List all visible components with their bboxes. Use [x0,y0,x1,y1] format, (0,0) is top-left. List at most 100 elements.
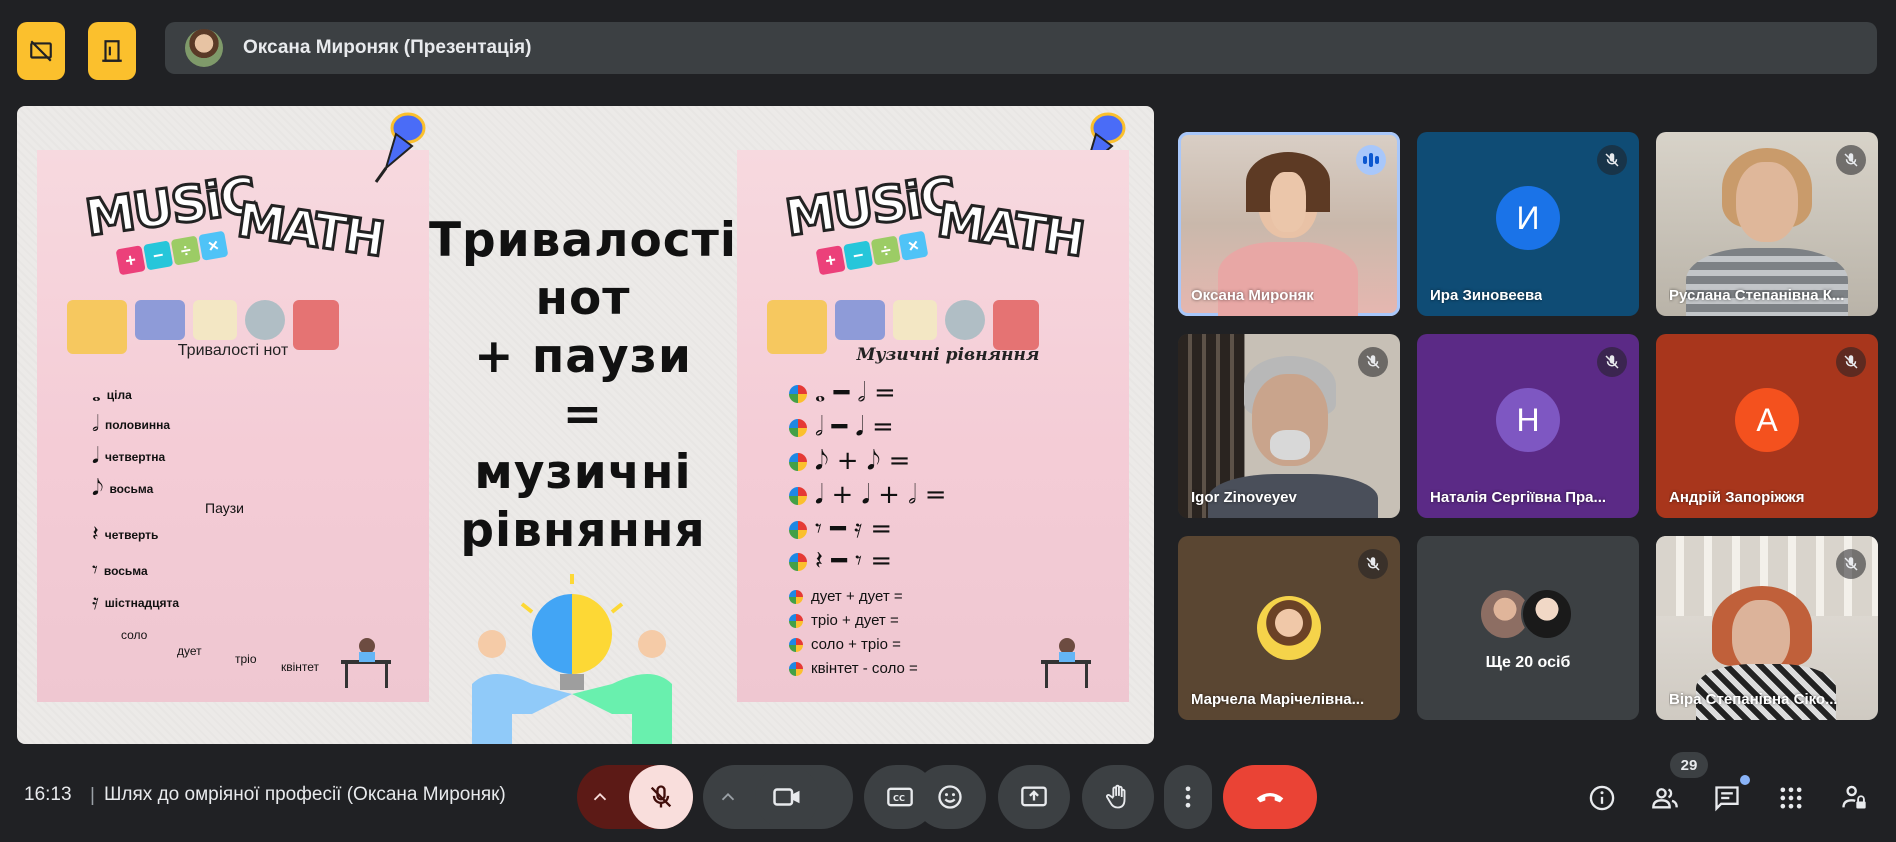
presenter-bar[interactable]: Оксана Мироняк (Презентація) [165,22,1877,74]
participant-name: Оксана Мироняк [1191,287,1314,304]
participant-name: Ира Зиновеева [1430,287,1543,304]
lightbulb-handshake-illustration [472,574,672,744]
camera-button[interactable] [755,765,819,829]
camera-control[interactable] [703,765,853,829]
apps-icon [1780,787,1802,809]
participant-face-front [1270,172,1306,232]
participant-tile[interactable]: Igor Zinoveyev [1178,334,1400,518]
note-whole: 𝅝 ціла [92,382,132,407]
people-icon [1652,788,1678,809]
mic-off-icon [1836,347,1866,377]
equation-row: 𝅗𝅥 ━ 𝅘𝅥 = [789,412,894,443]
participant-name: Андрій Запоріжжя [1669,489,1805,506]
participant-tile[interactable]: Н Наталія Сергіївна Пра... [1417,334,1639,518]
svg-text:CC: CC [893,793,905,803]
chat-button[interactable] [1707,778,1747,818]
word-equation-row: соло + тріо = [789,636,901,653]
participant-tile[interactable]: Віра Степанівна Сіко... [1656,536,1878,720]
note-eighth: 𝅘𝅥𝅮 восьма [92,476,154,501]
equation-row: 𝅘𝅥 + 𝅘𝅥 + 𝅗𝅥 = [789,480,946,511]
host-controls-button[interactable] [1834,778,1874,818]
participant-face [1732,600,1790,672]
emoji-button[interactable] [914,765,986,829]
school-supplies-illustration [67,300,387,380]
info-icon [1589,785,1615,811]
lock-person-icon [1842,785,1866,809]
meeting-details-button[interactable] [1582,778,1622,818]
student-desk-illustration [341,638,391,688]
more-options-button[interactable] [1164,765,1212,829]
pushpin-left-icon [374,112,426,183]
present-icon [1021,786,1047,807]
note-half: 𝅗𝅥 половинна [92,412,170,437]
mic-off-icon [1597,347,1627,377]
mic-off-icon [1836,145,1866,175]
participant-name: Марчела Марічелівна... [1191,691,1365,708]
ensemble-duet: дует [177,644,202,658]
participant-shirt [1218,242,1358,316]
hide-presentation-button[interactable] [17,22,65,80]
time-separator: | [90,785,95,806]
camera-icon [773,788,800,806]
ensemble-trio: тріо [235,652,257,666]
presenter-name: Оксана Мироняк (Презентація) [243,37,532,58]
ensemble-quintet: квінтет [281,660,320,674]
activities-button[interactable] [1771,778,1811,818]
participant-avatar [1521,588,1573,640]
participant-tile[interactable]: Руслана Степанівна К... [1656,132,1878,316]
note-quarter: 𝅘𝅥 четвертна [92,444,166,469]
more-participants-tile[interactable]: Ще 20 осіб [1417,536,1639,720]
mic-off-button[interactable] [629,765,693,829]
captions-icon: CC [887,787,913,807]
poster-title: Тривалості нот [177,342,289,359]
raise-hand-icon [1106,784,1126,809]
equation-row: 𝄽 ━ 𝄾 = [789,546,892,577]
leave-call-button[interactable] [1223,765,1317,829]
participant-avatar: А [1735,388,1799,452]
meeting-title: Шлях до омріяної професії (Оксана Мироня… [104,784,506,805]
mic-off-icon [1358,549,1388,579]
equation-row: 𝅝 ━ 𝅗𝅥 = [789,378,896,409]
poster-music-word: MUSiC [80,165,260,249]
participant-avatar: Н [1496,388,1560,452]
word-equation-row: квінтет - соло = [789,660,918,677]
chevron-up-icon[interactable] [717,786,739,808]
emoji-icon [938,785,962,809]
participant-name: Наталія Сергіївна Пра... [1430,489,1607,506]
poster-music-word: MUSiC [780,165,960,249]
participant-tile[interactable]: А Андрій Запоріжжя [1656,334,1878,518]
presenter-avatar [185,29,223,67]
current-time: 16:13 [24,784,72,805]
mic-control[interactable] [577,765,693,829]
word-equation-row: тріо + дует = [789,612,899,629]
participant-tile[interactable]: Марчела Марічелівна... [1178,536,1400,720]
right-poster: MUSiC MATH + − ÷ × Музичні рівняння 𝅝 ━ 𝅗𝅥 … [737,150,1129,702]
slide-center-title: Тривалості нот + паузи = музичні рівнянн… [429,213,738,558]
participant-name: Руслана Степанівна К... [1669,287,1845,304]
participant-shirt [1686,248,1848,316]
people-button[interactable] [1645,778,1685,818]
present-button[interactable] [998,765,1070,829]
equation-row: 𝄾 ━ 𝄿 = [789,514,892,545]
presentation-slide: MUSiC MATH + − ÷ × Тривалості нот 𝅝 ціла 𝅗𝅥 п… [17,106,1154,744]
participant-name: Віра Степанівна Сіко... [1669,691,1838,708]
people-count-badge: 29 [1670,752,1708,778]
speaking-indicator-icon [1356,145,1386,175]
equation-row: 𝅘𝅥𝅮 + 𝅘𝅥𝅮 = [789,446,910,477]
participant-tile[interactable]: Оксана Мироняк [1178,132,1400,316]
ensemble-solo: соло [121,628,148,642]
more-vert-icon [1185,786,1191,808]
participant-face [1736,162,1798,242]
raise-hand-button[interactable] [1082,765,1154,829]
school-supplies-illustration [767,300,1087,380]
chevron-up-icon[interactable] [589,786,611,808]
rest-quarter: 𝄽 четверть [92,522,159,547]
participant-tile[interactable]: И Ира Зиновеева [1417,132,1639,316]
more-participants-label: Ще 20 осіб [1485,654,1571,671]
left-poster: MUSiC MATH + − ÷ × Тривалості нот 𝅝 ціла 𝅗𝅥 п… [37,150,429,702]
layout-button[interactable] [88,22,136,80]
participant-name: Igor Zinoveyev [1191,489,1297,506]
more-participants-avatars [1479,588,1573,640]
pauses-label: Паузи [205,500,244,516]
rest-sixteenth: 𝄿 шістнадцята [92,590,180,615]
